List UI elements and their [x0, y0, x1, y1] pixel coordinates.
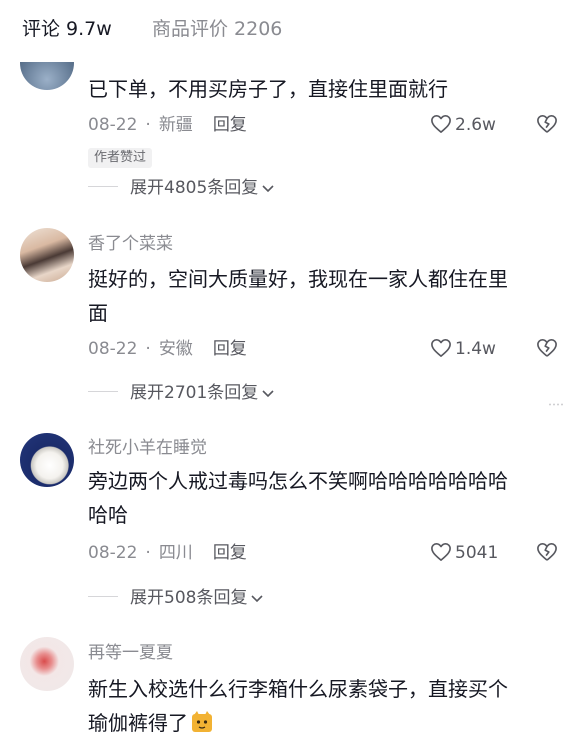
like-count: 1.4w — [455, 339, 496, 359]
author-liked-badge: 作者赞过 — [88, 148, 153, 168]
comment-tabs: 评论 9.7w 商品评价 2206 — [0, 0, 584, 62]
expand-replies-label: 展开4805条回复 — [130, 178, 259, 198]
like-button[interactable]: 2.6w — [430, 114, 496, 136]
expand-divider — [88, 391, 118, 392]
comment-date: 08-22 — [88, 543, 138, 563]
comment-text-line: 瑜伽裤得了 — [88, 706, 568, 740]
comment-text-line: 挺好的，空间大质量好，我现在一家人都住在里 — [88, 267, 508, 291]
meta-separator: · — [145, 543, 151, 563]
divider-dots — [548, 403, 564, 406]
comment-text: 新生入校选什么行李箱什么尿素袋子，直接买个 瑜伽裤得了 — [88, 672, 568, 740]
comment-location: 安徽 — [158, 339, 193, 359]
heart-outline-icon — [431, 543, 451, 561]
comment-username[interactable]: 再等一夏夏 — [88, 642, 173, 664]
comment-text: 已下单，不用买房子了，直接住里面就行 — [88, 72, 568, 106]
meta-separator: · — [145, 115, 151, 135]
chevron-down-icon — [251, 595, 264, 603]
expand-replies-button[interactable]: 展开2701条回复 — [88, 382, 275, 404]
expand-divider — [88, 596, 118, 597]
avatar[interactable] — [20, 228, 74, 282]
dislike-button[interactable] — [536, 338, 558, 362]
dislike-button[interactable] — [536, 114, 558, 138]
meta-separator: · — [145, 339, 151, 359]
like-button[interactable]: 5041 — [430, 542, 498, 564]
heart-outline-icon — [431, 339, 451, 357]
comment-text: 旁边两个人戒过毒吗怎么不笑啊哈哈哈哈哈哈哈 哈哈 — [88, 464, 568, 532]
comment-meta: 08-22 · 安徽 回复 — [88, 338, 247, 360]
reply-button[interactable]: 回复 — [213, 115, 247, 135]
comment-date: 08-22 — [88, 339, 138, 359]
expand-replies-button[interactable]: 展开4805条回复 — [88, 177, 275, 199]
dislike-button[interactable] — [536, 542, 558, 566]
comment-text-line: 已下单，不用买房子了，直接住里面就行 — [88, 77, 448, 101]
comment-location: 四川 — [158, 543, 193, 563]
avatar[interactable] — [20, 637, 74, 691]
expand-replies-label: 展开508条回复 — [130, 588, 248, 608]
comment-text-line: 新生入校选什么行李箱什么尿素袋子，直接买个 — [88, 677, 508, 701]
avatar[interactable] — [20, 433, 74, 487]
broken-heart-icon — [537, 115, 557, 133]
tab-comments[interactable]: 评论 9.7w — [22, 17, 112, 41]
comment-location: 新疆 — [158, 115, 193, 135]
chevron-down-icon — [262, 185, 274, 193]
like-count: 2.6w — [455, 115, 496, 135]
comment-username[interactable]: 社死小羊在睡觉 — [88, 437, 207, 459]
broken-heart-icon — [537, 339, 557, 357]
broken-heart-icon — [537, 543, 557, 561]
expand-replies-button[interactable]: 展开508条回复 — [88, 587, 264, 609]
comment-meta: 08-22 · 新疆 回复 — [88, 114, 247, 136]
comment-text-line: 面 — [88, 301, 108, 325]
expand-divider — [88, 186, 118, 187]
like-count: 5041 — [455, 543, 499, 563]
reply-button[interactable]: 回复 — [213, 339, 247, 359]
comment-text: 挺好的，空间大质量好，我现在一家人都住在里 面 — [88, 262, 568, 330]
reply-button[interactable]: 回复 — [213, 543, 247, 563]
heart-outline-icon — [431, 115, 451, 133]
cat-face-emoji — [192, 711, 212, 732]
comment-username[interactable]: 香了个菜菜 — [88, 233, 173, 255]
comment-text-fragment: 瑜伽裤得了 — [88, 711, 188, 735]
comment-meta: 08-22 · 四川 回复 — [88, 542, 247, 564]
like-button[interactable]: 1.4w — [430, 338, 496, 360]
comment-date: 08-22 — [88, 115, 138, 135]
comment-text-line: 哈哈 — [88, 503, 128, 527]
expand-replies-label: 展开2701条回复 — [130, 383, 259, 403]
chevron-down-icon — [262, 390, 274, 398]
tab-product-reviews[interactable]: 商品评价 2206 — [152, 17, 282, 41]
comment-text-line: 旁边两个人戒过毒吗怎么不笑啊哈哈哈哈哈哈哈 — [88, 469, 508, 493]
